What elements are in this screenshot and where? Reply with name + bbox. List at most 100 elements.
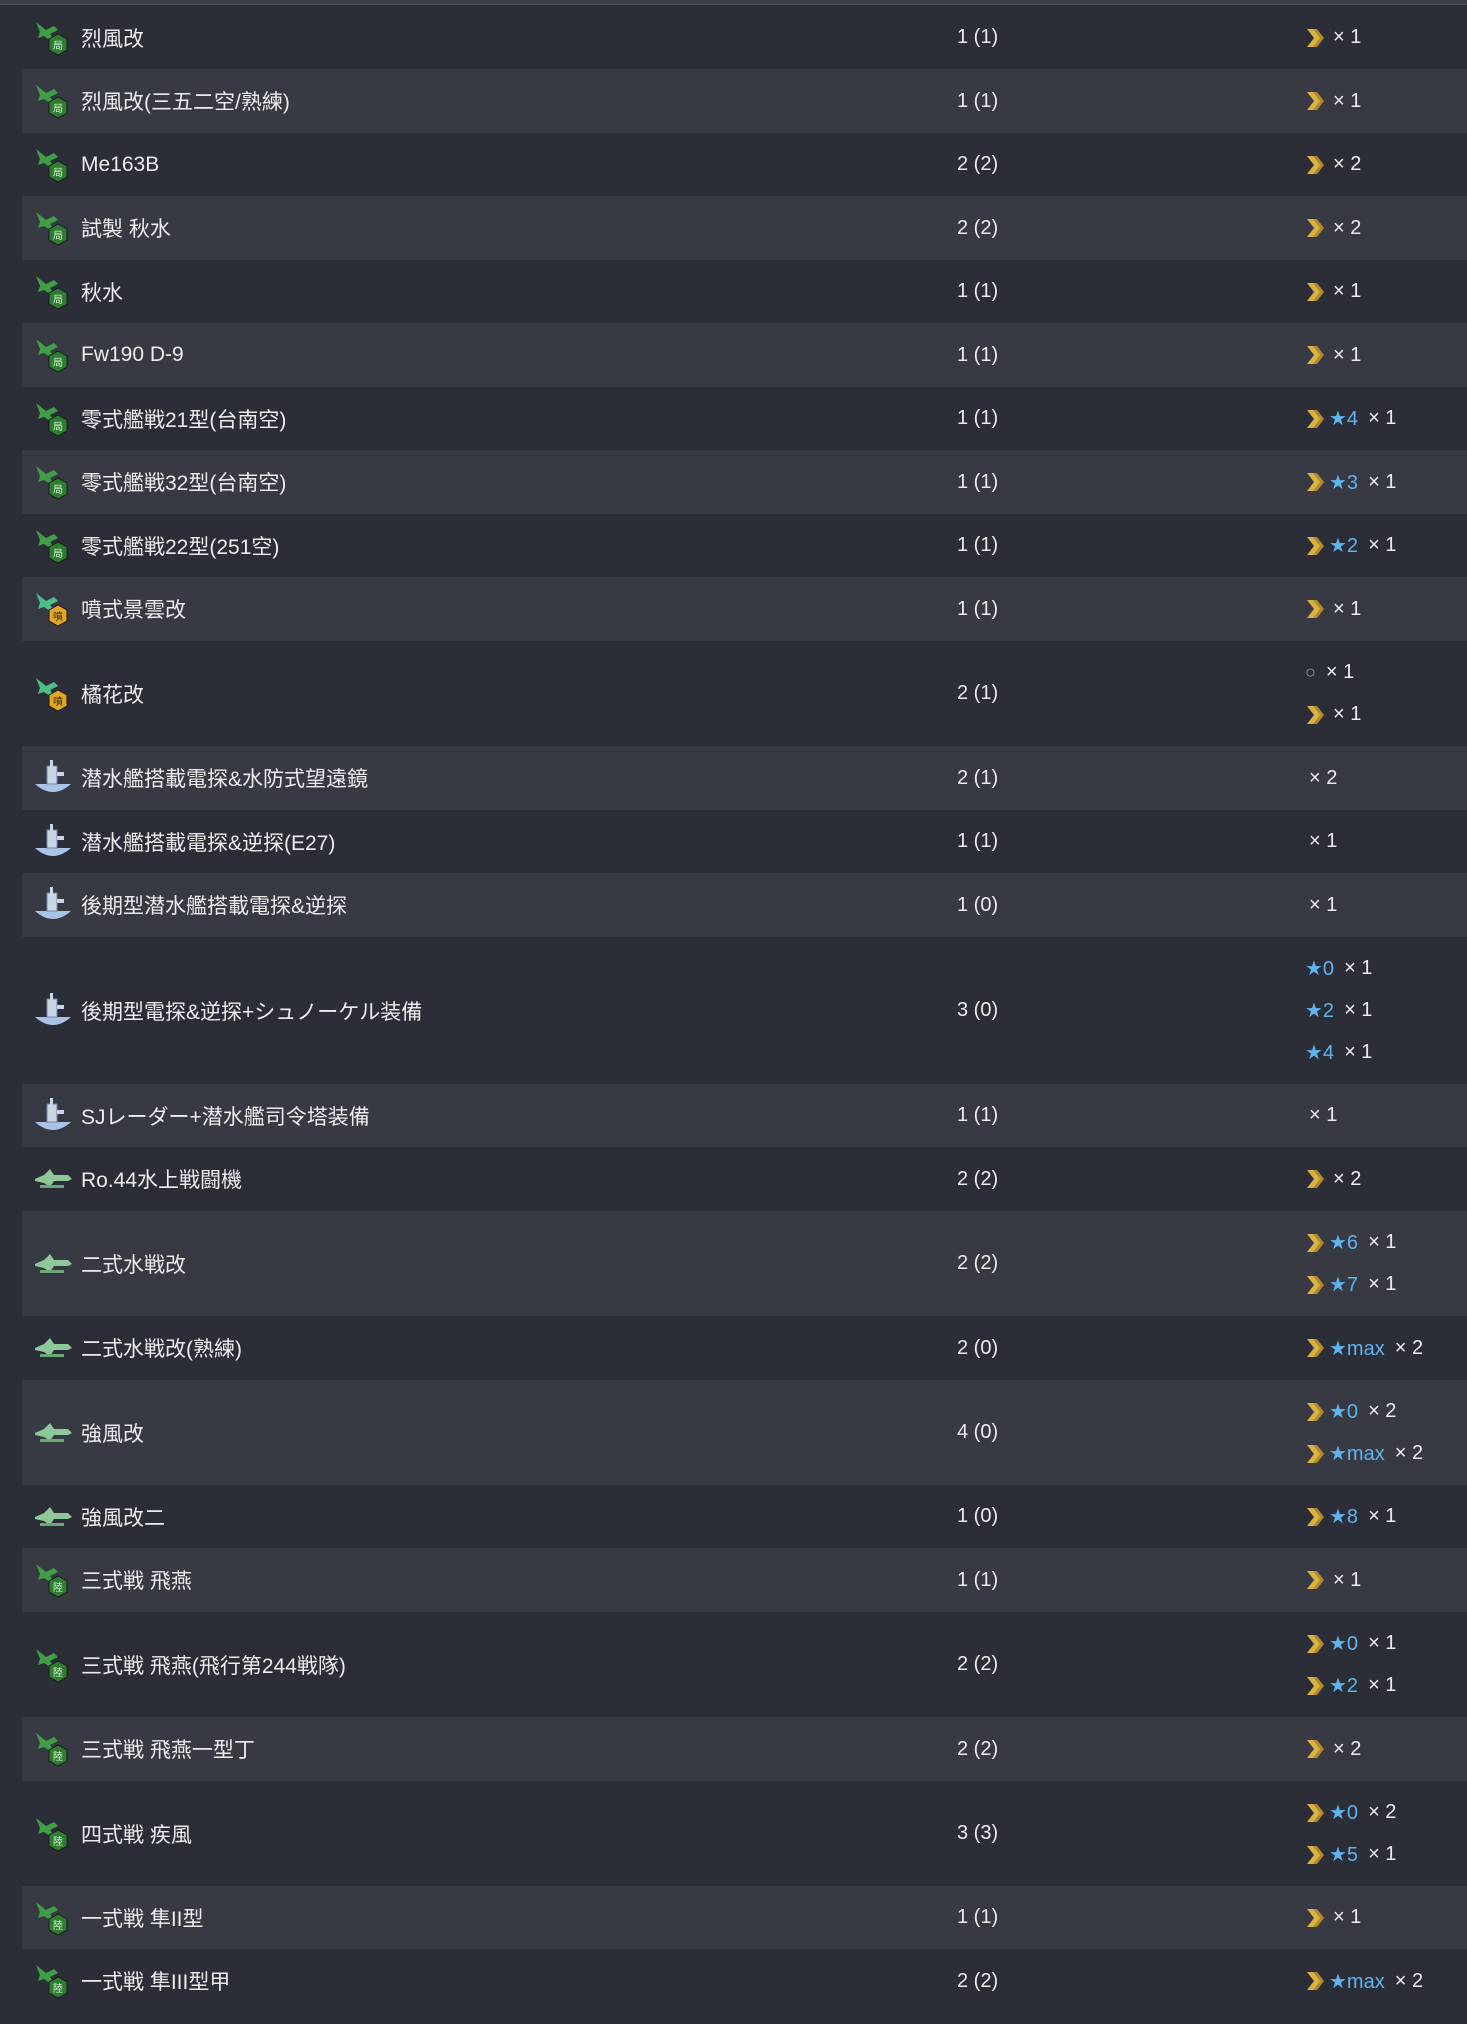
- quantity-multiplier: × 2: [1309, 766, 1338, 789]
- proficiency-line: × 1: [1305, 1902, 1361, 1934]
- equipment-name: SJレーダー+潜水艦司令塔装備: [81, 1105, 370, 1129]
- equipment-icon: 陸: [32, 1558, 74, 1602]
- table-row[interactable]: 局 秋水 1 (1) × 1: [22, 260, 1467, 323]
- quantity-multiplier: × 1: [1368, 407, 1397, 429]
- quantity-multiplier: × 2: [1394, 1336, 1424, 1359]
- table-row[interactable]: 局 零式艦戦22型(251空) 1 (1) ★2 × 1: [22, 514, 1467, 577]
- proficiency-list: × 1: [1305, 276, 1361, 308]
- proficiency-line: × 1: [1305, 1564, 1361, 1596]
- proficiency-line: ★0 × 1: [1305, 1628, 1396, 1660]
- badge-label: 陸: [53, 1835, 63, 1848]
- equipment-count: 1 (1): [957, 343, 999, 366]
- table-row[interactable]: 噴 噴式景雲改 1 (1) × 1: [22, 577, 1467, 641]
- proficiency-chevron-icon: [1307, 346, 1324, 364]
- table-row[interactable]: 陸 三式戦 飛燕(飛行第244戦隊) 2 (2) ★0 × 1 ★2 × 1: [22, 1612, 1467, 1717]
- equipment-name: 三式戦 飛燕一型丁: [81, 1739, 255, 1762]
- table-row[interactable]: 二式水戦改 2 (2) ★6 × 1 ★7 × 1: [22, 1211, 1467, 1316]
- table-row[interactable]: 陸 三式戦 飛燕 1 (1) × 1: [22, 1548, 1467, 1612]
- proficiency-chevron-icon: [1307, 536, 1324, 555]
- proficiency-chevron-icon: [1307, 1676, 1324, 1695]
- table-row[interactable]: SJレーダー+潜水艦司令塔装備 1 (1) × 1: [22, 1084, 1467, 1147]
- table-row[interactable]: 陸 三式戦 飛燕一型丁 2 (2) × 2: [22, 1717, 1467, 1781]
- table-row[interactable]: 潜水艦搭載電探&逆探(E27) 1 (1) × 1: [22, 810, 1467, 873]
- table-row[interactable]: 潜水艦搭載電探&水防式望遠鏡 2 (1) × 2: [22, 746, 1467, 810]
- improvement-star: ★0: [1305, 958, 1335, 980]
- table-row[interactable]: 後期型潜水艦搭載電探&逆探 1 (0) × 1: [22, 873, 1467, 937]
- equipment-name: 潜水艦搭載電探&水防式望遠鏡: [81, 768, 369, 791]
- equipment-count: 1 (1): [957, 407, 999, 429]
- proficiency-line: × 1: [1305, 699, 1361, 731]
- table-row[interactable]: 局 Fw190 D-9 1 (1) × 1: [22, 323, 1467, 387]
- proficiency-line: × 2: [1305, 149, 1361, 181]
- table-row[interactable]: 局 烈風改 1 (1) × 1: [22, 6, 1467, 69]
- proficiency-list: × 2: [1305, 1163, 1361, 1195]
- table-row[interactable]: 局 零式艦戦21型(台南空) 1 (1) ★4 × 1: [22, 387, 1467, 450]
- army-fighter-icon: 局: [36, 339, 68, 373]
- improvement-star: ★4: [1329, 408, 1359, 430]
- equipment-count: 3 (0): [957, 999, 999, 1021]
- seaplane-fighter-icon: [35, 1506, 72, 1526]
- table-row[interactable]: 陸 四式戦 疾風 3 (3) ★0 × 2 ★5 × 1: [22, 1781, 1467, 1886]
- equipment-icon: 陸: [32, 1959, 74, 2003]
- equipment-icon: 噴: [32, 587, 74, 631]
- proficiency-line: × 1: [1305, 339, 1361, 371]
- quantity-multiplier: × 2: [1394, 1442, 1424, 1464]
- equipment-count: 2 (2): [957, 1737, 999, 1760]
- equipment-name: 二式水戦改: [81, 1253, 186, 1277]
- table-row[interactable]: 二式水戦改(熟練) 2 (0) ★max × 2: [22, 1316, 1467, 1380]
- table-row[interactable]: 局 零式艦戦32型(台南空) 1 (1) ★3 × 1: [22, 450, 1467, 514]
- equipment-count: 1 (1): [957, 830, 999, 852]
- equipment-icon: 局: [32, 460, 74, 504]
- table-row[interactable]: 陸 一式戦 隼II型 1 (1) × 1: [22, 1886, 1467, 1949]
- equipment-name: 烈風改(三五二空/熟練): [81, 91, 290, 114]
- proficiency-line: × 2: [1305, 212, 1361, 244]
- table-row[interactable]: 後期型電探&逆探+シュノーケル装備 3 (0) ★0 × 1 ★2 × 1 ★4 × 1: [22, 937, 1467, 1084]
- quantity-multiplier: × 1: [1368, 534, 1397, 556]
- equipment-count: 3 (3): [957, 1822, 999, 1844]
- equipment-icon: 陸: [32, 1643, 74, 1687]
- equipment-name: 零式艦戦22型(251空): [81, 535, 280, 559]
- badge-label: 局: [53, 484, 63, 496]
- equipment-icon: 局: [32, 270, 74, 314]
- proficiency-list: ★6 × 1 ★7 × 1: [1305, 1227, 1396, 1301]
- equipment-icon: 局: [32, 333, 74, 377]
- proficiency-chevron-icon: [1307, 1803, 1324, 1822]
- army-fighter-icon: 局: [36, 402, 68, 437]
- proficiency-list: × 1: [1305, 22, 1361, 54]
- land-fighter-icon: 陸: [36, 1817, 68, 1852]
- table-row[interactable]: 噴 橘花改 2 (1) ○ × 1 × 1: [22, 641, 1467, 746]
- table-row[interactable]: 強風改二 1 (0) ★8 × 1: [22, 1485, 1467, 1548]
- table-row[interactable]: 局 試製 秋水 2 (2) × 2: [22, 196, 1467, 260]
- equipment-icon: [32, 883, 74, 927]
- equipment-count: 4 (0): [957, 1421, 999, 1443]
- table-row[interactable]: Ro.44水上戦闘機 2 (2) × 2: [22, 1147, 1467, 1211]
- equipment-name: 三式戦 飛燕(飛行第244戦隊): [81, 1654, 346, 1678]
- equipment-count: 1 (0): [957, 893, 999, 916]
- improvement-star: ★4: [1305, 1042, 1335, 1064]
- proficiency-chevron-icon: [1307, 600, 1324, 618]
- equipment-icon: [32, 820, 74, 864]
- army-fighter-icon: 局: [36, 148, 68, 183]
- proficiency-chevron-icon: [1307, 409, 1324, 428]
- equipment-icon: 陸: [32, 1896, 74, 1940]
- proficiency-line: ★4 × 1: [1305, 1037, 1372, 1069]
- proficiency-line: ★max × 2: [1305, 1332, 1423, 1364]
- equipment-count: 1 (1): [957, 1568, 999, 1591]
- table-row[interactable]: 局 Me163B 2 (2) × 2: [22, 133, 1467, 196]
- equipment-count: 1 (1): [957, 26, 999, 48]
- badge-label: 陸: [53, 1750, 63, 1763]
- no-proficiency-ring-icon: ○: [1305, 662, 1316, 682]
- proficiency-chevron-icon: [1307, 473, 1324, 491]
- proficiency-line: ★0 × 1: [1305, 953, 1372, 985]
- table-row[interactable]: 強風改 4 (0) ★0 × 2 ★max × 2: [22, 1380, 1467, 1485]
- improvement-star: ★8: [1329, 1506, 1359, 1528]
- improvement-star: ★0: [1329, 1401, 1359, 1423]
- quantity-multiplier: × 2: [1333, 216, 1362, 239]
- proficiency-list: ★8 × 1: [1305, 1501, 1396, 1533]
- table-row[interactable]: 陸 一式戦 隼III型甲 2 (2) ★max × 2: [22, 1949, 1467, 2013]
- equipment-count: 2 (1): [957, 682, 999, 704]
- badge-label: 局: [53, 40, 63, 52]
- table-row[interactable]: 局 烈風改(三五二空/熟練) 1 (1) × 1: [22, 69, 1467, 133]
- army-fighter-icon: 局: [36, 21, 68, 56]
- equipment-count: 1 (1): [957, 280, 999, 302]
